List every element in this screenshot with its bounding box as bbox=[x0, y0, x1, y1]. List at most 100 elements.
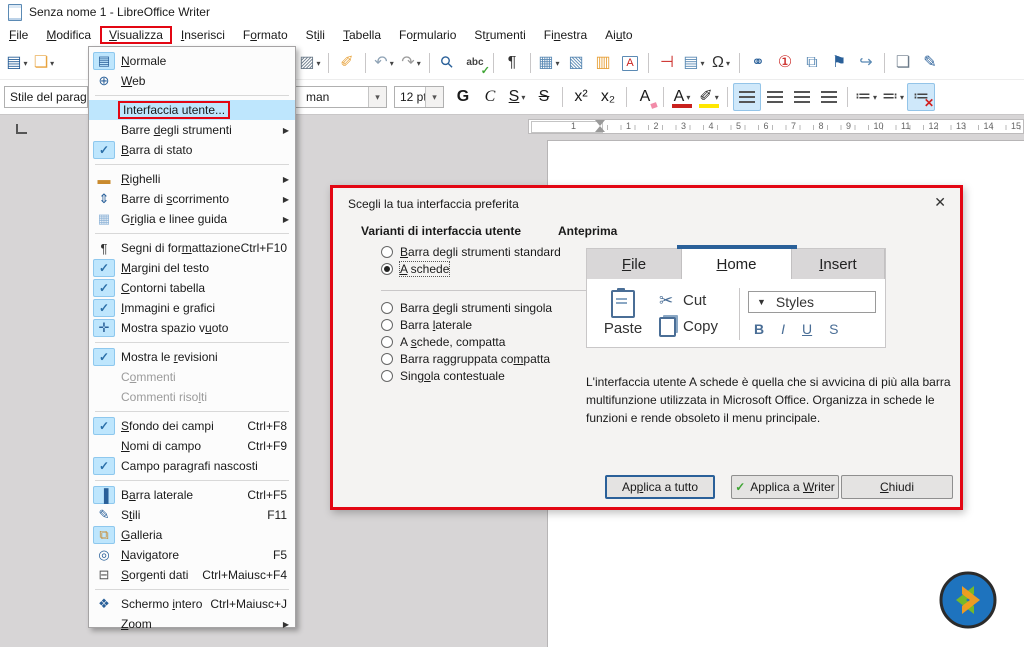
clear-formatting-button[interactable]: A bbox=[632, 84, 658, 110]
insert-text-box-button[interactable]: A bbox=[617, 50, 643, 76]
radio-button[interactable] bbox=[381, 246, 393, 258]
menubar-item-visualizza[interactable]: Visualizza bbox=[100, 26, 172, 44]
underline-dropdown-icon[interactable]: ▾ bbox=[521, 93, 525, 102]
menu-item-interfaccia-utente[interactable]: Interfaccia utente... bbox=[89, 100, 295, 120]
new-document-dropdown-icon[interactable]: ▾ bbox=[24, 59, 28, 68]
unordered-list-button[interactable]: ≔▾ bbox=[853, 84, 879, 110]
radio-option-singola-contestuale[interactable]: Singola contestuale bbox=[381, 368, 505, 383]
menubar-item-stili[interactable]: Stili bbox=[297, 26, 334, 44]
dialog-button-chiudi[interactable]: Chiudi bbox=[841, 475, 953, 499]
menu-item-sorgenti-dati[interactable]: ⊟Sorgenti datiCtrl+Maiusc+F4 bbox=[89, 565, 295, 585]
ordered-list-button[interactable]: ≕▾ bbox=[880, 84, 906, 110]
radio-option-a-schede-compatta[interactable]: A schede, compatta bbox=[381, 334, 505, 349]
menu-item-sfondo-dei-campi[interactable]: ✓Sfondo dei campiCtrl+F8 bbox=[89, 416, 295, 436]
menubar-item-inserisci[interactable]: Inserisci bbox=[172, 26, 234, 44]
radio-option-barra-laterale[interactable]: Barra laterale bbox=[381, 317, 472, 332]
menubar-item-formulario[interactable]: Formulario bbox=[390, 26, 465, 44]
menu-item-normale[interactable]: ▤Normale bbox=[89, 51, 295, 71]
menu-item-barre-di-scorrimento[interactable]: ⇕Barre di scorrimento▶ bbox=[89, 189, 295, 209]
menubar-item-file[interactable]: File bbox=[0, 26, 37, 44]
dialog-close-button[interactable]: ✕ bbox=[934, 194, 946, 211]
menu-item-mostra-spazio-vuoto[interactable]: ✛Mostra spazio vuoto bbox=[89, 318, 295, 338]
horizontal-ruler[interactable]: 1123456789101112131415 bbox=[528, 119, 1024, 134]
insert-page-break-button[interactable]: ⊣ bbox=[654, 50, 680, 76]
insert-endnote-button[interactable]: ⧉ bbox=[799, 50, 825, 76]
radio-option-barra-raggruppata-compatta[interactable]: Barra raggruppata compatta bbox=[381, 351, 550, 366]
track-changes-button[interactable]: ✎ bbox=[917, 50, 943, 76]
insert-image-button[interactable]: ▧ bbox=[563, 50, 589, 76]
align-right-button[interactable] bbox=[789, 84, 815, 110]
menu-item-contorni-tabella[interactable]: ✓Contorni tabella bbox=[89, 278, 295, 298]
spell-check-button[interactable]: abc✓ bbox=[462, 50, 488, 76]
paste-button[interactable]: ▨▾ bbox=[297, 50, 323, 76]
menu-item-zoom[interactable]: Zoom▶ bbox=[89, 614, 295, 634]
highlighting-color-button[interactable]: ✐▾ bbox=[696, 84, 722, 110]
menubar-item-modifica[interactable]: Modifica bbox=[37, 26, 100, 44]
justified-button[interactable] bbox=[816, 84, 842, 110]
menu-item-griglia-e-linee-guida[interactable]: ▦Griglia e linee guida▶ bbox=[89, 209, 295, 229]
menubar-item-strumenti[interactable]: Strumenti bbox=[465, 26, 534, 44]
menu-item-margini-del-testo[interactable]: ✓Margini del testo bbox=[89, 258, 295, 278]
menubar-item-tabella[interactable]: Tabella bbox=[334, 26, 390, 44]
dialog-button-applica-a-tutto[interactable]: Applica a tutto bbox=[605, 475, 715, 499]
paragraph-style-combo[interactable]: Stile del paragraf bbox=[4, 86, 88, 108]
ordered-list-dropdown-icon[interactable]: ▾ bbox=[900, 93, 904, 102]
menu-item-barra-laterale[interactable]: ▐Barra lateraleCtrl+F5 bbox=[89, 485, 295, 505]
align-left-button[interactable] bbox=[733, 83, 761, 111]
strikethrough-button[interactable]: S bbox=[531, 84, 557, 110]
radio-button-selected[interactable] bbox=[381, 263, 393, 275]
insert-table-dropdown-icon[interactable]: ▾ bbox=[556, 59, 560, 68]
font-size-combo[interactable]: 12 pt ▾ bbox=[394, 86, 444, 108]
insert-comment-button[interactable]: ❏ bbox=[890, 50, 916, 76]
subscript-button[interactable]: x₂ bbox=[595, 84, 621, 110]
indent-marker-icon[interactable] bbox=[595, 120, 605, 132]
clone-formatting-button[interactable]: ✐ bbox=[334, 50, 360, 76]
menu-item-schermo-intero[interactable]: ❖Schermo interoCtrl+Maiusc+J bbox=[89, 594, 295, 614]
insert-field-button[interactable]: ▤▾ bbox=[681, 50, 707, 76]
dialog-button-applica-a-writer[interactable]: ✓Applica a Writer bbox=[731, 475, 839, 499]
menubar-item-finestra[interactable]: Finestra bbox=[535, 26, 596, 44]
paste-dropdown-icon[interactable]: ▾ bbox=[317, 59, 321, 68]
insert-cross-reference-button[interactable]: ↪ bbox=[853, 50, 879, 76]
insert-footnote-button[interactable]: ① bbox=[772, 50, 798, 76]
radio-option-barra-degli-strumenti-standard[interactable]: Barra degli strumenti standard bbox=[381, 244, 561, 259]
font-color-dropdown-icon[interactable]: ▾ bbox=[686, 93, 690, 102]
unordered-list-dropdown-icon[interactable]: ▾ bbox=[873, 93, 877, 102]
menu-item-campo-paragrafi-nascosti[interactable]: ✓Campo paragrafi nascosti bbox=[89, 456, 295, 476]
insert-special-character-button[interactable]: Ω▾ bbox=[708, 50, 734, 76]
new-document-button[interactable]: ▤▾ bbox=[4, 50, 30, 76]
menubar-item-aiuto[interactable]: Aiuto bbox=[596, 26, 641, 44]
font-name-dropdown-icon[interactable]: ▾ bbox=[368, 87, 386, 107]
insert-special-character-dropdown-icon[interactable]: ▾ bbox=[726, 59, 730, 68]
menu-item-barre-degli-strumenti[interactable]: Barre degli strumenti▶ bbox=[89, 120, 295, 140]
insert-table-button[interactable]: ▦▾ bbox=[536, 50, 562, 76]
underline-button[interactable]: S▾ bbox=[504, 84, 530, 110]
font-size-dropdown-icon[interactable]: ▾ bbox=[425, 87, 443, 107]
radio-button[interactable] bbox=[381, 336, 393, 348]
menu-item-galleria[interactable]: ⧉Galleria bbox=[89, 525, 295, 545]
radio-button[interactable] bbox=[381, 302, 393, 314]
menu-item-mostra-le-revisioni[interactable]: ✓Mostra le revisioni bbox=[89, 347, 295, 367]
find-and-replace-button[interactable]: ⚲ bbox=[435, 50, 461, 76]
open-file-dropdown-icon[interactable]: ▾ bbox=[50, 59, 54, 68]
menu-item-navigatore[interactable]: ◎NavigatoreF5 bbox=[89, 545, 295, 565]
menu-item-stili[interactable]: ✎StiliF11 bbox=[89, 505, 295, 525]
undo-dropdown-icon[interactable]: ▾ bbox=[390, 59, 394, 68]
open-file-button[interactable]: ❏▾ bbox=[31, 50, 57, 76]
menu-item-righelli[interactable]: ▬Righelli▶ bbox=[89, 169, 295, 189]
radio-button[interactable] bbox=[381, 319, 393, 331]
menu-item-barra-di-stato[interactable]: ✓Barra di stato bbox=[89, 140, 295, 160]
font-color-button[interactable]: A▾ bbox=[669, 84, 695, 110]
undo-button[interactable]: ↶▾ bbox=[371, 50, 397, 76]
redo-dropdown-icon[interactable]: ▾ bbox=[417, 59, 421, 68]
highlighting-color-dropdown-icon[interactable]: ▾ bbox=[715, 93, 719, 102]
insert-field-dropdown-icon[interactable]: ▾ bbox=[701, 59, 705, 68]
radio-option-a-schede[interactable]: A schede bbox=[381, 261, 449, 276]
insert-hyperlink-button[interactable]: ⚭ bbox=[745, 50, 771, 76]
menu-item-immagini-e-grafici[interactable]: ✓Immagini e grafici bbox=[89, 298, 295, 318]
insert-bookmark-button[interactable]: ⚑ bbox=[826, 50, 852, 76]
radio-option-barra-degli-strumenti-singola[interactable]: Barra degli strumenti singola bbox=[381, 300, 552, 315]
italic-button[interactable]: C bbox=[477, 84, 503, 110]
menu-item-web[interactable]: ⊕Web bbox=[89, 71, 295, 91]
insert-chart-button[interactable]: ▥ bbox=[590, 50, 616, 76]
